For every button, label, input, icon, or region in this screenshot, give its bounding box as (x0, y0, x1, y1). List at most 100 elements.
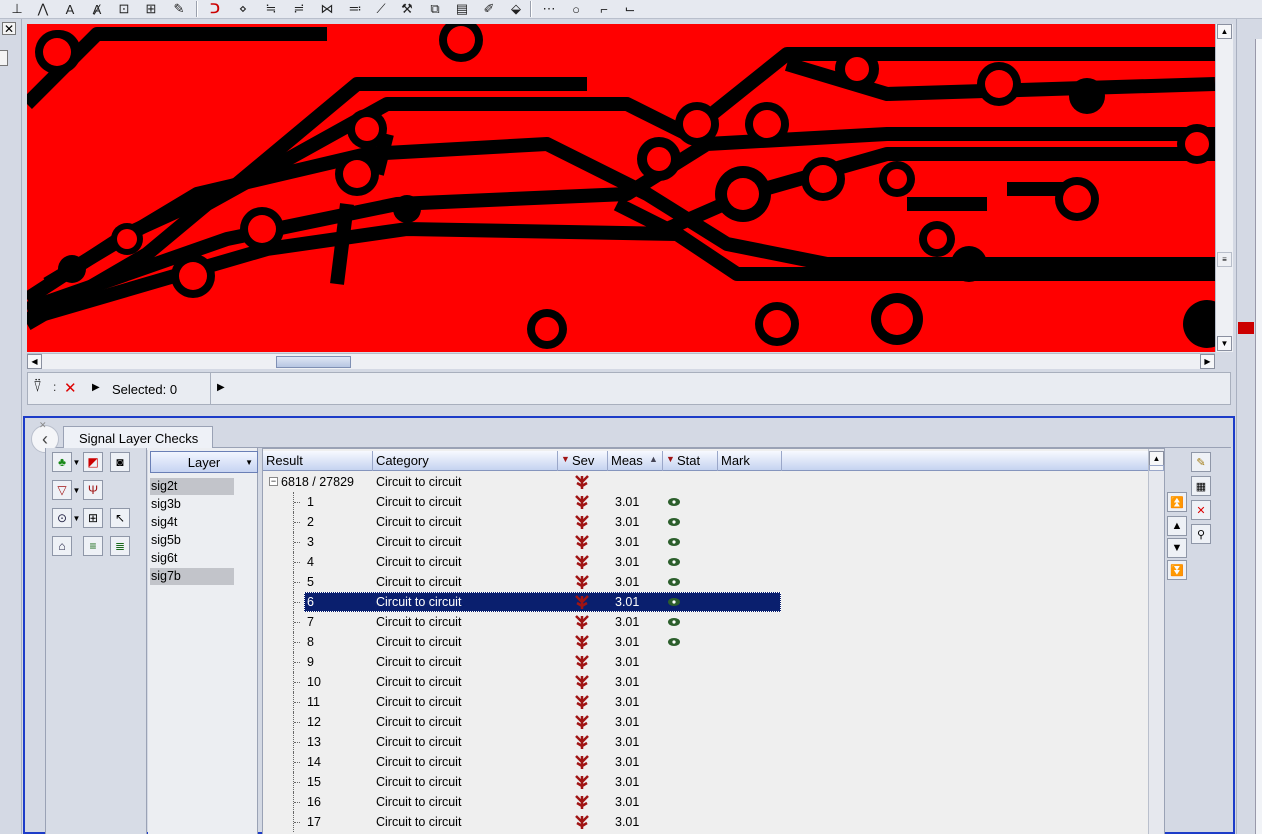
severity-filter-icon[interactable]: ▽ (52, 480, 72, 500)
text-align-icon[interactable]: ⊞ (142, 1, 160, 17)
text-frame-icon[interactable]: A (61, 1, 79, 17)
tree-filter-icon[interactable]: ♣ (52, 452, 72, 472)
text-bold-icon[interactable]: Ⱥ (88, 1, 106, 17)
eye-icon[interactable] (667, 537, 681, 547)
layer-item[interactable]: sig5b (150, 532, 234, 549)
table-row[interactable]: 5 Circuit to circuit 3.01 (263, 572, 1158, 592)
stamp-icon[interactable]: ⬙ (507, 1, 525, 17)
wrench-icon[interactable]: ⚒ (398, 1, 416, 17)
pencil-icon[interactable]: ✎ (1191, 452, 1211, 472)
layer-item[interactable]: sig3b (150, 496, 234, 513)
table-row[interactable]: 7 Circuit to circuit 3.01 (263, 612, 1158, 632)
assign-icon[interactable]: ⚲ (1191, 524, 1211, 544)
filter-icon[interactable]: ▼ (561, 454, 570, 464)
horizontal-scroll-thumb[interactable] (276, 356, 351, 368)
first-result-icon[interactable]: ⏫ (1167, 492, 1187, 512)
tab-signal-layer-checks[interactable]: Signal Layer Checks (63, 426, 213, 450)
table-row[interactable]: 3 Circuit to circuit 3.01 (263, 532, 1158, 552)
eye-icon[interactable] (667, 577, 681, 587)
run-icon[interactable]: ▶ (217, 382, 225, 393)
layer-list[interactable]: Layer ▼ sig2t sig3b sig4t sig5b sig6t si… (148, 448, 258, 834)
table-row[interactable]: 6 Circuit to circuit 3.01 (263, 592, 1158, 612)
layer-item[interactable]: sig7b (150, 568, 234, 585)
region-icon[interactable]: ◩ (83, 452, 103, 472)
last-result-icon[interactable]: ⏬ (1167, 560, 1187, 580)
properties-icon[interactable]: ▤ (453, 1, 471, 17)
scroll-grip-icon[interactable]: ≡ (1217, 252, 1232, 267)
route-tool-icon[interactable]: ⟋ (372, 1, 390, 17)
eye-icon[interactable] (667, 597, 681, 607)
route-multi-icon[interactable]: ≓ (290, 1, 308, 17)
canvas-horizontal-scrollbar[interactable]: ◀ ▶ (27, 353, 1215, 369)
add-layer-icon[interactable]: ⌂ (52, 536, 72, 556)
filter-icon[interactable]: ▼ (666, 454, 675, 464)
chevron-down-icon[interactable]: ▼ (72, 452, 81, 472)
clear-selection-icon[interactable]: ✕ (64, 379, 77, 397)
text-box-icon[interactable]: ⊡ (115, 1, 133, 17)
scroll-down-icon[interactable]: ▼ (1217, 336, 1232, 351)
layer-item[interactable]: sig6t (150, 550, 234, 567)
collapse-icon[interactable]: − (269, 477, 278, 486)
table-row[interactable]: 1 Circuit to circuit 3.01 (263, 492, 1158, 512)
close-tab-icon[interactable]: ✕ (39, 420, 47, 431)
scroll-up-icon[interactable]: ▲ (1149, 451, 1164, 466)
column-result[interactable]: Result (263, 451, 373, 471)
filter-icon[interactable]: ⍢ (33, 378, 42, 395)
text-icon[interactable]: ⊥ (8, 1, 26, 17)
copy-region-icon[interactable]: ⌐ (595, 1, 613, 17)
table-row[interactable]: 10 Circuit to circuit 3.01 (263, 672, 1158, 692)
pcb-canvas[interactable] (27, 24, 1215, 352)
close-icon[interactable]: ✕ (2, 22, 16, 35)
dock-tab[interactable] (0, 50, 8, 66)
column-mark[interactable]: Mark (718, 451, 782, 471)
table-row[interactable]: 17 Circuit to circuit 3.01 (263, 812, 1158, 832)
chevron-down-icon[interactable]: ▼ (72, 508, 81, 528)
stack-edit-icon[interactable]: ≣ (110, 536, 130, 556)
delete-icon[interactable]: ✕ (1191, 500, 1211, 520)
table-row[interactable]: 4 Circuit to circuit 3.01 (263, 552, 1158, 572)
severity-icon[interactable]: Ψ (83, 480, 103, 500)
right-dock-panel[interactable] (1255, 39, 1262, 834)
stack-icon[interactable]: ≡ (83, 536, 103, 556)
eye-icon[interactable] (667, 617, 681, 627)
table-row[interactable]: 16 Circuit to circuit 3.01 (263, 792, 1158, 812)
scroll-up-icon[interactable]: ▲ (1217, 24, 1232, 39)
eye-icon[interactable] (667, 497, 681, 507)
previous-result-icon[interactable]: ▲ (1167, 516, 1187, 536)
eye-icon[interactable] (667, 517, 681, 527)
select-icon[interactable]: ⋯ (540, 1, 558, 17)
text-edit-icon[interactable]: ✎ (170, 1, 188, 17)
report-icon[interactable]: ▦ (1191, 476, 1211, 496)
scroll-left-icon[interactable]: ◀ (27, 354, 42, 369)
results-vertical-scrollbar[interactable]: ▲ (1148, 449, 1164, 834)
table-row[interactable]: 8 Circuit to circuit 3.01 (263, 632, 1158, 652)
zoom-to-icon[interactable]: ⊙ (52, 508, 72, 528)
eye-icon[interactable] (667, 637, 681, 647)
layer-dropdown[interactable]: Layer ▼ (150, 451, 258, 473)
canvas-vertical-scrollbar[interactable]: ▲ ≡ ▼ (1215, 24, 1233, 352)
grid-select-icon[interactable]: ⊞ (83, 508, 103, 528)
scroll-thumb[interactable] (1149, 465, 1164, 471)
paste-region-icon[interactable]: ⌙ (621, 1, 639, 17)
zoom-icon[interactable]: ○ (567, 1, 585, 17)
table-row[interactable]: 15 Circuit to circuit 3.01 (263, 772, 1158, 792)
table-row[interactable]: − 6818 / 27829 Circuit to circuit (263, 472, 1158, 492)
route-icon[interactable]: ≒ (262, 1, 280, 17)
camera-icon[interactable]: ◙ (110, 452, 130, 472)
layer-item[interactable]: sig4t (150, 514, 234, 531)
command-segment[interactable]: ▶ (213, 373, 1230, 404)
compass-icon[interactable]: ⋀ (34, 1, 52, 17)
table-row[interactable]: 2 Circuit to circuit 3.01 (263, 512, 1158, 532)
scroll-right-icon[interactable]: ▶ (1200, 354, 1215, 369)
route-diff-icon[interactable]: ≕ (346, 1, 364, 17)
next-result-icon[interactable]: ▼ (1167, 538, 1187, 558)
table-row[interactable]: 12 Circuit to circuit 3.01 (263, 712, 1158, 732)
copy-icon[interactable]: ⧉ (426, 1, 444, 17)
route-fanout-icon[interactable]: ⋈ (318, 1, 336, 17)
layer-item[interactable]: sig2t (150, 478, 234, 495)
edit-icon[interactable]: ✐ (480, 1, 498, 17)
play-icon[interactable]: ▶ (92, 382, 100, 393)
chevron-down-icon[interactable]: ▼ (72, 480, 81, 500)
table-row[interactable]: 14 Circuit to circuit 3.01 (263, 752, 1158, 772)
results-table[interactable]: Result Category Sev ▼ Meas ▲ Stat ▼ Mark… (262, 448, 1165, 834)
